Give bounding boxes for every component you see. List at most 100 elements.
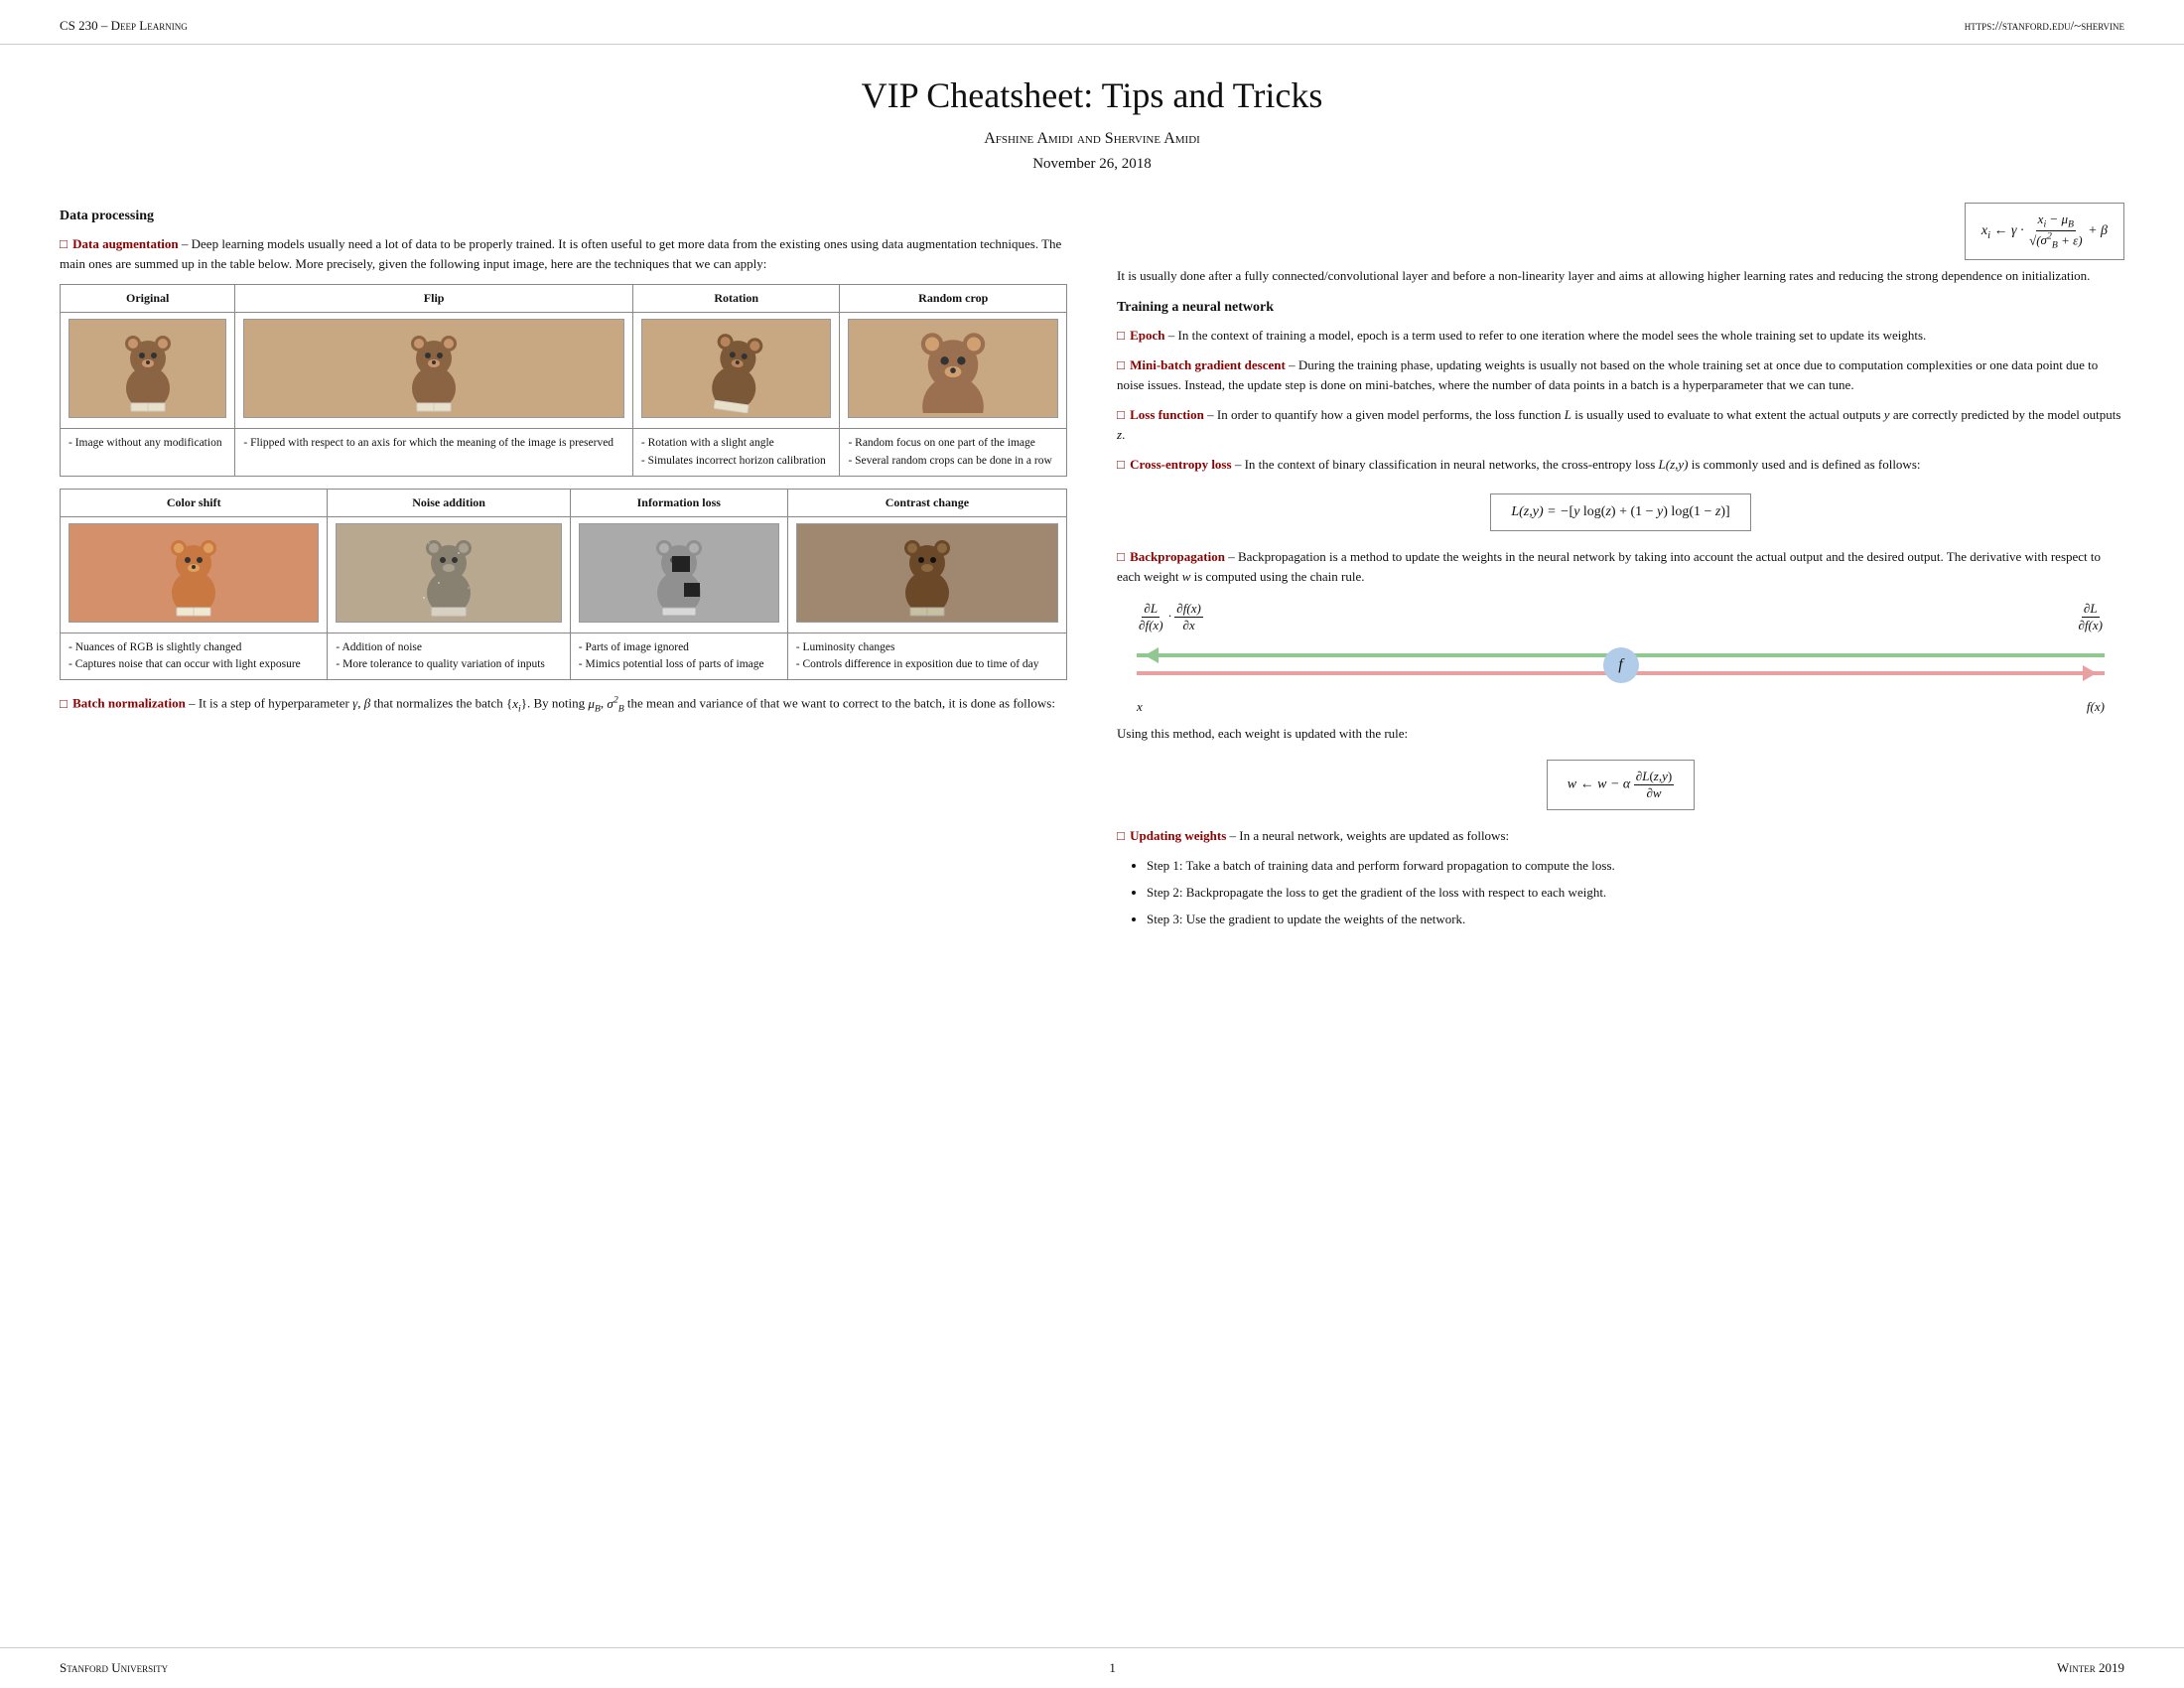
epoch-term: Epoch (1130, 328, 1164, 343)
backprop-para: □ Backpropagation – Backpropagation is a… (1117, 547, 2124, 587)
cross-entropy-formula-container: L(z,y) = −[y log(z) + (1 − y) log(1 − z)… (1117, 486, 2124, 539)
data-aug-term: Data augmentation (72, 236, 179, 251)
cell-infoloss-desc: - Parts of image ignored- Mimics potenti… (570, 633, 787, 680)
table-row (61, 313, 1067, 429)
cell-crop-img (840, 313, 1067, 429)
cross-entropy-para: □ Cross-entropy loss – In the context of… (1117, 455, 2124, 475)
col-info-loss: Information loss (570, 489, 787, 516)
augmentation-table-2: Color shift Noise addition Information l… (60, 489, 1067, 681)
weight-update-rule-text: Using this method, each weight is update… (1117, 724, 2124, 744)
table-row (61, 516, 1067, 633)
top-bar: CS 230 – Deep Learning https://stanford.… (0, 0, 2184, 45)
step-3: Step 3: Use the gradient to update the w… (1147, 910, 2124, 930)
bear-svg-flip (399, 324, 469, 413)
col-rotation: Rotation (632, 285, 840, 313)
bp-desc: – Backpropagation is a method to update … (1117, 549, 2101, 584)
cell-infoloss-img (570, 516, 787, 633)
data-aug-marker: □ (60, 236, 68, 251)
cell-colorshift-img (61, 516, 328, 633)
cell-noise-img (328, 516, 570, 633)
left-column: Data processing □ Data augmentation – De… (60, 203, 1067, 935)
cross-entropy-box: L(z,y) = −[y log(z) + (1 − y) log(1 − z)… (1490, 493, 1750, 531)
minibatch-marker: □ (1117, 357, 1125, 372)
authors: Afshine Amidi and Shervine Amidi (60, 130, 2124, 148)
ce-desc: – In the context of binary classificatio… (1235, 457, 1921, 472)
right-column: xi ← γ · xi − μB √(σ2B + ε) + β It is us… (1117, 203, 2124, 935)
cell-original-img (61, 313, 235, 429)
function-node: f (1603, 647, 1639, 683)
ce-marker: □ (1117, 457, 1125, 472)
bear-rotated (641, 319, 832, 418)
epoch-para: □ Epoch – In the context of training a m… (1117, 326, 2124, 346)
bear-svg-noise (414, 528, 483, 618)
augmentation-table-1: Original Flip Rotation Random crop (60, 284, 1067, 477)
bp-formulas: ∂L ∂f(x) · ∂f(x) ∂x ∂L (1137, 601, 2105, 633)
minibatch-term: Mini-batch gradient descent (1130, 357, 1286, 372)
epoch-desc: – In the context of training a model, ep… (1168, 328, 1927, 343)
batch-norm-formula-box: xi ← γ · xi − μB √(σ2B + ε) + β (1965, 203, 2124, 260)
page: CS 230 – Deep Learning https://stanford.… (0, 0, 2184, 1688)
bn-fraction: xi − μB √(σ2B + ε) (2027, 211, 2084, 251)
bp-formula-right: ∂L ∂f(x) (2076, 601, 2105, 633)
table-row: - Image without any modification - Flipp… (61, 429, 1067, 477)
footer-left: Stanford University (60, 1660, 168, 1676)
cell-colorshift-desc: - Nuances of RGB is slightly changed- Ca… (61, 633, 328, 680)
col-random-crop: Random crop (840, 285, 1067, 313)
bear-contrast (796, 523, 1058, 623)
batch-norm-para: □ Batch normalization – It is a step of … (60, 692, 1067, 716)
cell-rotation-desc: - Rotation with a slight angle- Simulate… (632, 429, 840, 477)
bear-infoloss (579, 523, 779, 623)
cell-flip-desc: - Flipped with respect to an axis for wh… (235, 429, 633, 477)
steps-list: Step 1: Take a batch of training data an… (1117, 856, 2124, 929)
uw-term: Updating weights (1130, 828, 1226, 843)
header-right: https://stanford.edu/~shervine (1965, 18, 2124, 34)
bear-colorshift (68, 523, 319, 623)
cell-contrast-desc: - Luminosity changes- Controls differenc… (787, 633, 1066, 680)
bp-labels: x f(x) (1137, 699, 2105, 715)
cell-crop-desc: - Random focus on one part of the image-… (840, 429, 1067, 477)
bear-svg-original (113, 324, 183, 413)
training-section-title: Training a neural network (1117, 300, 2124, 316)
bp-fx-label: f(x) (2087, 699, 2105, 715)
epoch-marker: □ (1117, 328, 1125, 343)
table-row: - Nuances of RGB is slightly changed- Ca… (61, 633, 1067, 680)
loss-para: □ Loss function – In order to quantify h… (1117, 405, 2124, 445)
bear-svg-colorshift (159, 528, 228, 618)
batch-norm-desc: – It is a step of hyperparameter γ, β th… (189, 696, 1055, 711)
ce-term: Cross-entropy loss (1130, 457, 1231, 472)
step-1: Step 1: Take a batch of training data an… (1147, 856, 2124, 877)
backprop-diagram: ∂L ∂f(x) · ∂f(x) ∂x ∂L (1137, 601, 2105, 710)
batch-norm-term: Batch normalization (72, 696, 186, 711)
bp-marker: □ (1117, 549, 1125, 564)
updating-weights-para: □ Updating weights – In a neural network… (1117, 826, 2124, 846)
page-title: VIP Cheatsheet: Tips and Tricks (60, 74, 2124, 116)
col-noise: Noise addition (328, 489, 570, 516)
bear-svg-infoloss (644, 528, 714, 618)
col-contrast: Contrast change (787, 489, 1066, 516)
footer-bar: Stanford University 1 Winter 2019 (0, 1647, 2184, 1688)
main-content: VIP Cheatsheet: Tips and Tricks Afshine … (0, 45, 2184, 935)
bear-flipped (243, 319, 624, 418)
data-processing-title: Data processing (60, 209, 1067, 224)
bear-cropped (848, 319, 1058, 418)
uw-marker: □ (1117, 828, 1125, 843)
data-augmentation-para: □ Data augmentation – Deep learning mode… (60, 234, 1067, 274)
bear-svg-crop (918, 324, 988, 413)
date: November 26, 2018 (60, 156, 2124, 173)
col-color-shift: Color shift (61, 489, 328, 516)
col-original: Original (61, 285, 235, 313)
col-flip: Flip (235, 285, 633, 313)
bp-term: Backpropagation (1130, 549, 1225, 564)
loss-desc: – In order to quantify how a given model… (1117, 407, 2120, 442)
cell-original-desc: - Image without any modification (61, 429, 235, 477)
bear-noise (336, 523, 561, 623)
cell-noise-desc: - Addition of noise- More tolerance to q… (328, 633, 570, 680)
cell-contrast-img (787, 516, 1066, 633)
bp-formula-left: ∂L ∂f(x) · ∂f(x) ∂x (1137, 601, 1203, 633)
header-left: CS 230 – Deep Learning (60, 18, 188, 34)
title-section: VIP Cheatsheet: Tips and Tricks Afshine … (60, 45, 2124, 193)
bp-x-label: x (1137, 699, 1143, 715)
bear-svg-rotated (696, 320, 777, 418)
uw-desc: – In a neural network, weights are updat… (1230, 828, 1510, 843)
bear-original (68, 319, 226, 418)
